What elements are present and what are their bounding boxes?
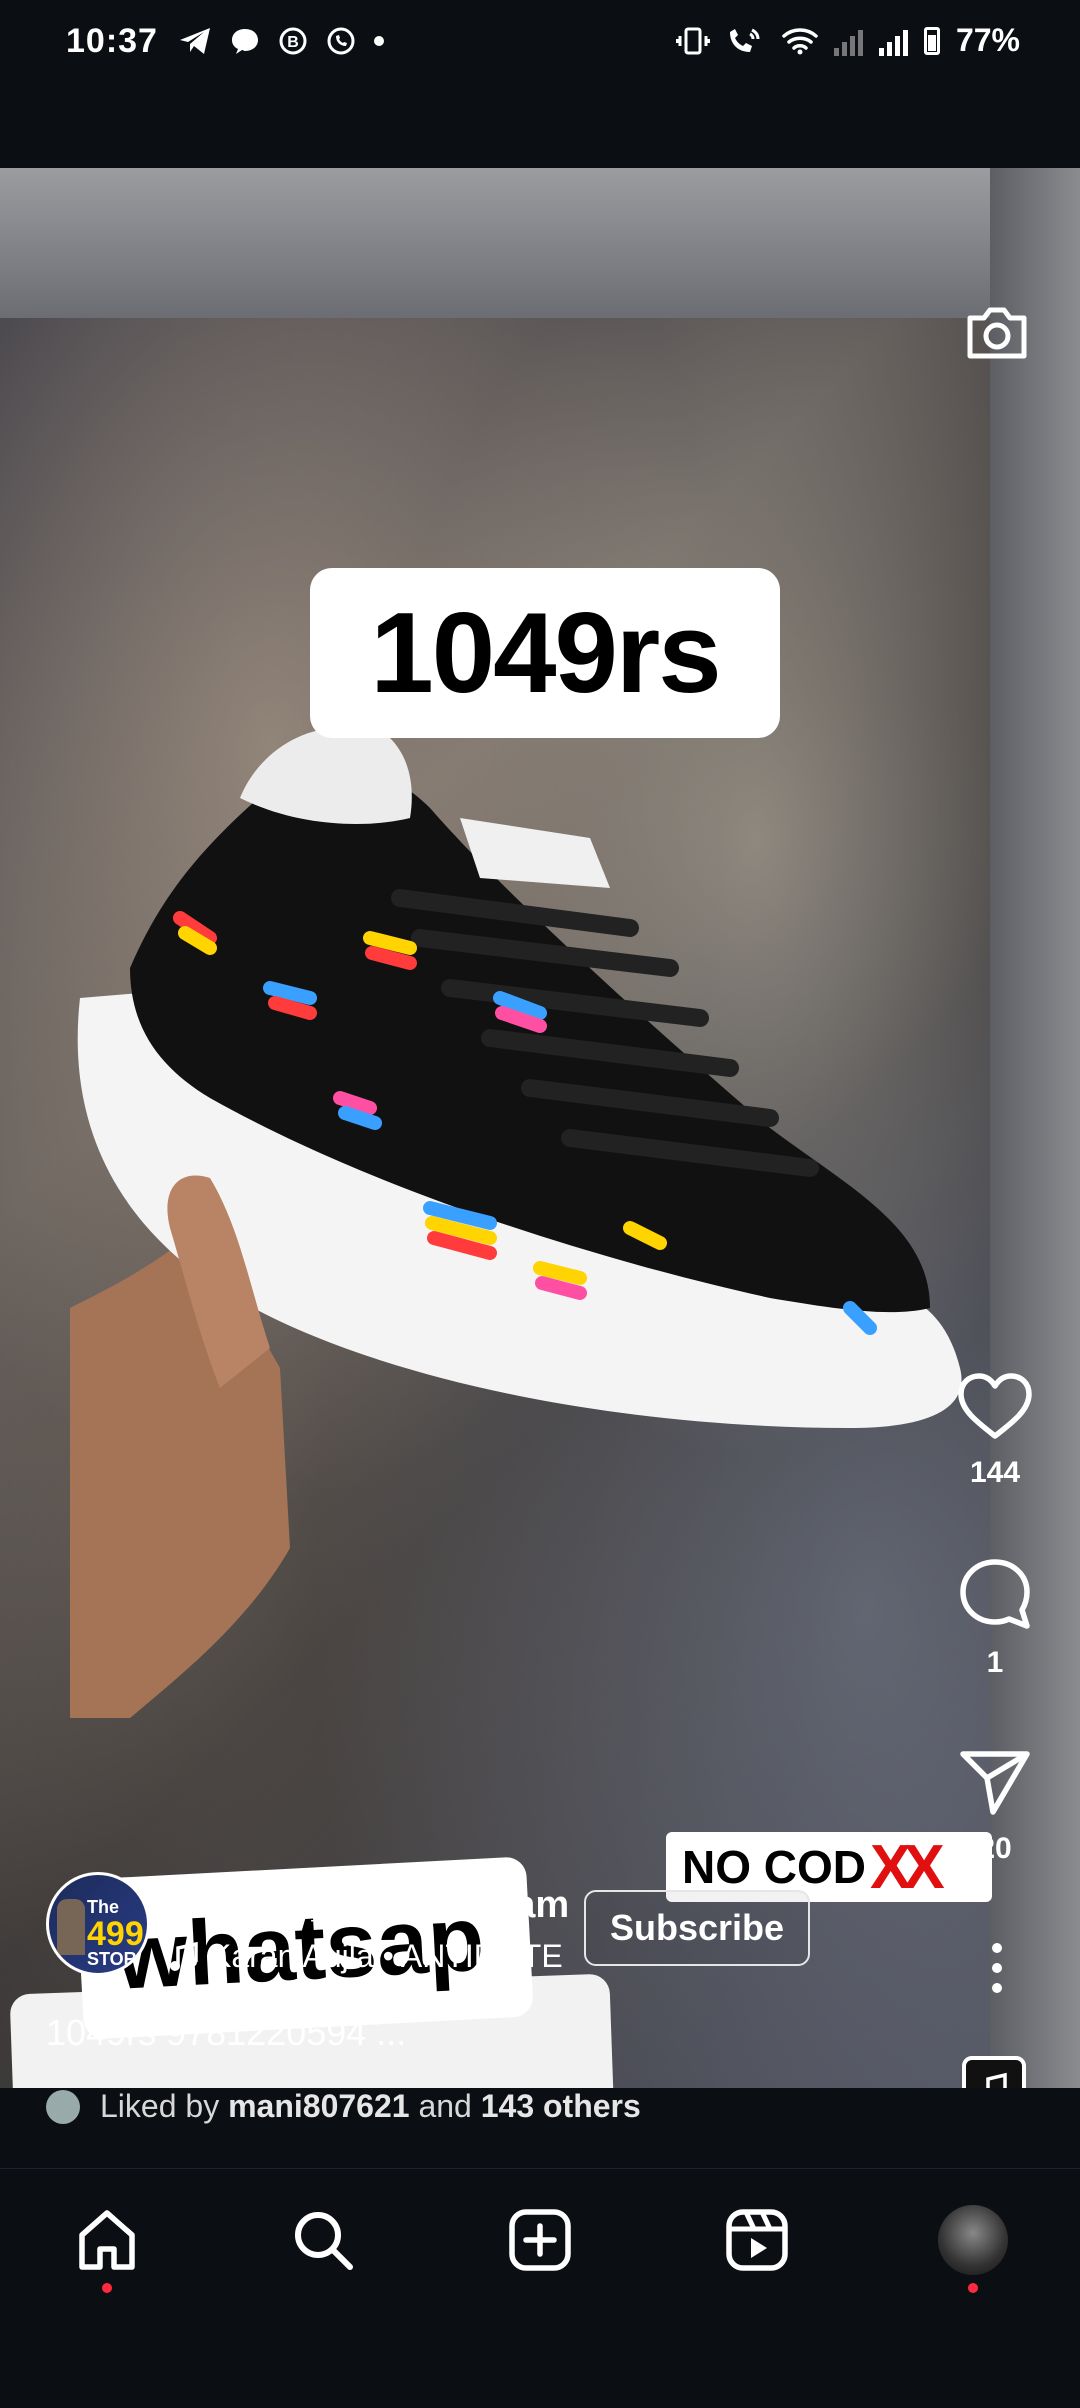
like-action[interactable]: 144 (940, 1372, 1050, 1490)
vibrate-icon (675, 27, 710, 54)
whatsapp-icon (327, 27, 355, 55)
liked-by-middle: and (409, 2088, 481, 2124)
comments-count: 1 (986, 1646, 1004, 1679)
no-cod-marks: XX (870, 1832, 945, 1902)
liker-avatar (46, 2090, 80, 2124)
search-icon (295, 2212, 353, 2270)
liked-by-others[interactable]: 143 others (481, 2088, 641, 2124)
liked-by-user[interactable]: mani807621 (228, 2088, 409, 2124)
likes-count: 144 (969, 1456, 1021, 1489)
signal-icon (833, 26, 863, 56)
camera-icon[interactable] (964, 300, 1030, 366)
video-background-frame (0, 168, 1080, 318)
comment-action[interactable]: 1 (940, 1556, 1050, 1680)
caption-text[interactable]: 1049rs 9781220594 ... (46, 2012, 406, 2054)
add-post-icon (509, 2209, 571, 2271)
audio-label: Karan Aujla • ANTIDOTE (210, 1938, 563, 1974)
avatar-person (57, 1899, 85, 1955)
send-icon[interactable] (957, 1748, 1033, 1818)
nav-profile[interactable] (938, 2205, 1008, 2275)
status-time: 10:37 (66, 22, 158, 60)
shares-count: 20 (978, 1832, 1012, 1865)
b-icon: B (279, 27, 307, 55)
author-avatar[interactable]: The 499 STOR (46, 1872, 150, 1976)
reels-icon (726, 2209, 788, 2271)
notification-icons: B (178, 26, 384, 56)
battery-icon (923, 26, 940, 55)
chat-icon (232, 29, 258, 54)
comment-icon[interactable] (957, 1556, 1033, 1632)
telegram-icon (180, 28, 210, 54)
heart-icon[interactable] (957, 1372, 1033, 1442)
music-note-icon (170, 1941, 198, 1971)
avatar-text-bottom: STOR (87, 1949, 137, 1969)
svg-text:B: B (287, 34, 299, 51)
nav-reels[interactable] (722, 2205, 792, 2275)
system-indicators: 77% (675, 22, 1020, 59)
home-icon (79, 2210, 135, 2270)
liked-by-text[interactable]: Liked by mani807621 and 143 others (100, 2088, 641, 2125)
liked-by-prefix: Liked by (100, 2088, 229, 2124)
battery-percent: 77% (955, 22, 1020, 58)
more-options-icon[interactable] (984, 1940, 1010, 1996)
home-notification-dot (102, 2283, 112, 2293)
author-username[interactable]: the_499_store_sunam (170, 1884, 569, 1927)
volte-call-icon (729, 28, 760, 52)
status-bar: 10:37 B 77% (0, 0, 1080, 90)
price-sticker: 1049rs (310, 568, 780, 738)
share-action[interactable]: 20 (940, 1748, 1050, 1866)
no-cod-text: NO COD (682, 1841, 866, 1893)
profile-notification-dot (968, 2283, 978, 2293)
signal-icon (878, 26, 908, 56)
bottom-nav (0, 2168, 1080, 2309)
nav-create[interactable] (505, 2205, 575, 2275)
nav-search[interactable] (288, 2205, 358, 2275)
sneaker-image (70, 727, 962, 1718)
nav-home[interactable] (72, 2205, 142, 2275)
profile-avatar (938, 2205, 1008, 2275)
reel-video[interactable]: 1049rs whatsap (0, 168, 1080, 2088)
audio-track[interactable]: Karan Aujla • ANTIDOTE (170, 1938, 563, 1975)
more-notifications-dot (374, 36, 384, 46)
subscribe-button[interactable]: Subscribe (584, 1890, 810, 1966)
wifi-icon (782, 27, 818, 54)
